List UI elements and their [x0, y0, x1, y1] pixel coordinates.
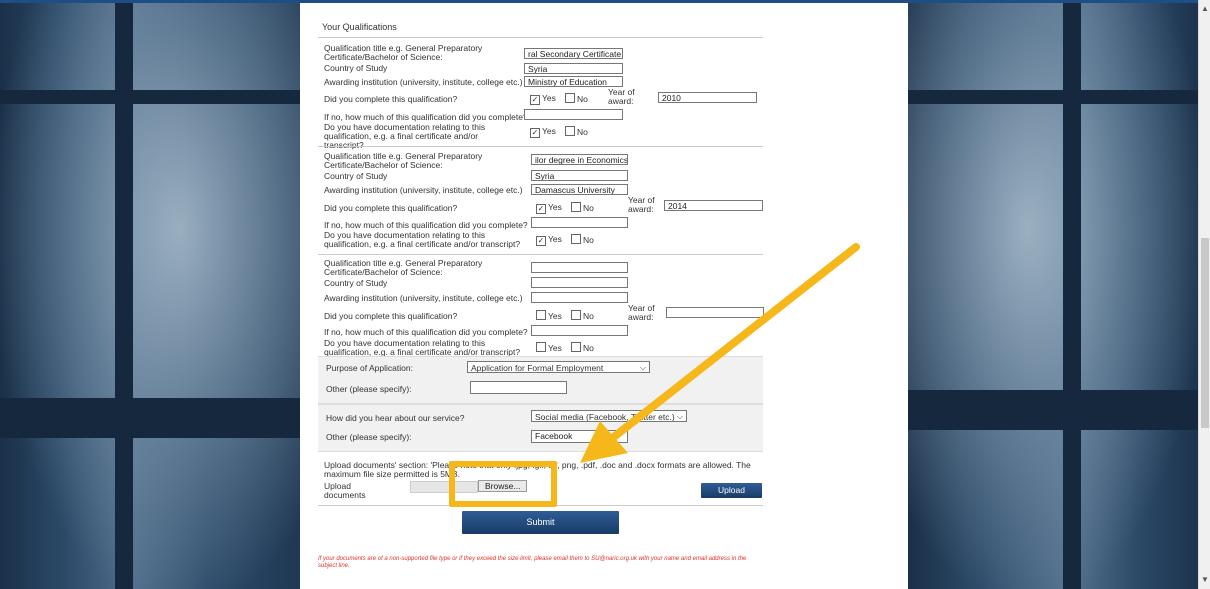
annotation-arrow-icon	[580, 243, 860, 463]
